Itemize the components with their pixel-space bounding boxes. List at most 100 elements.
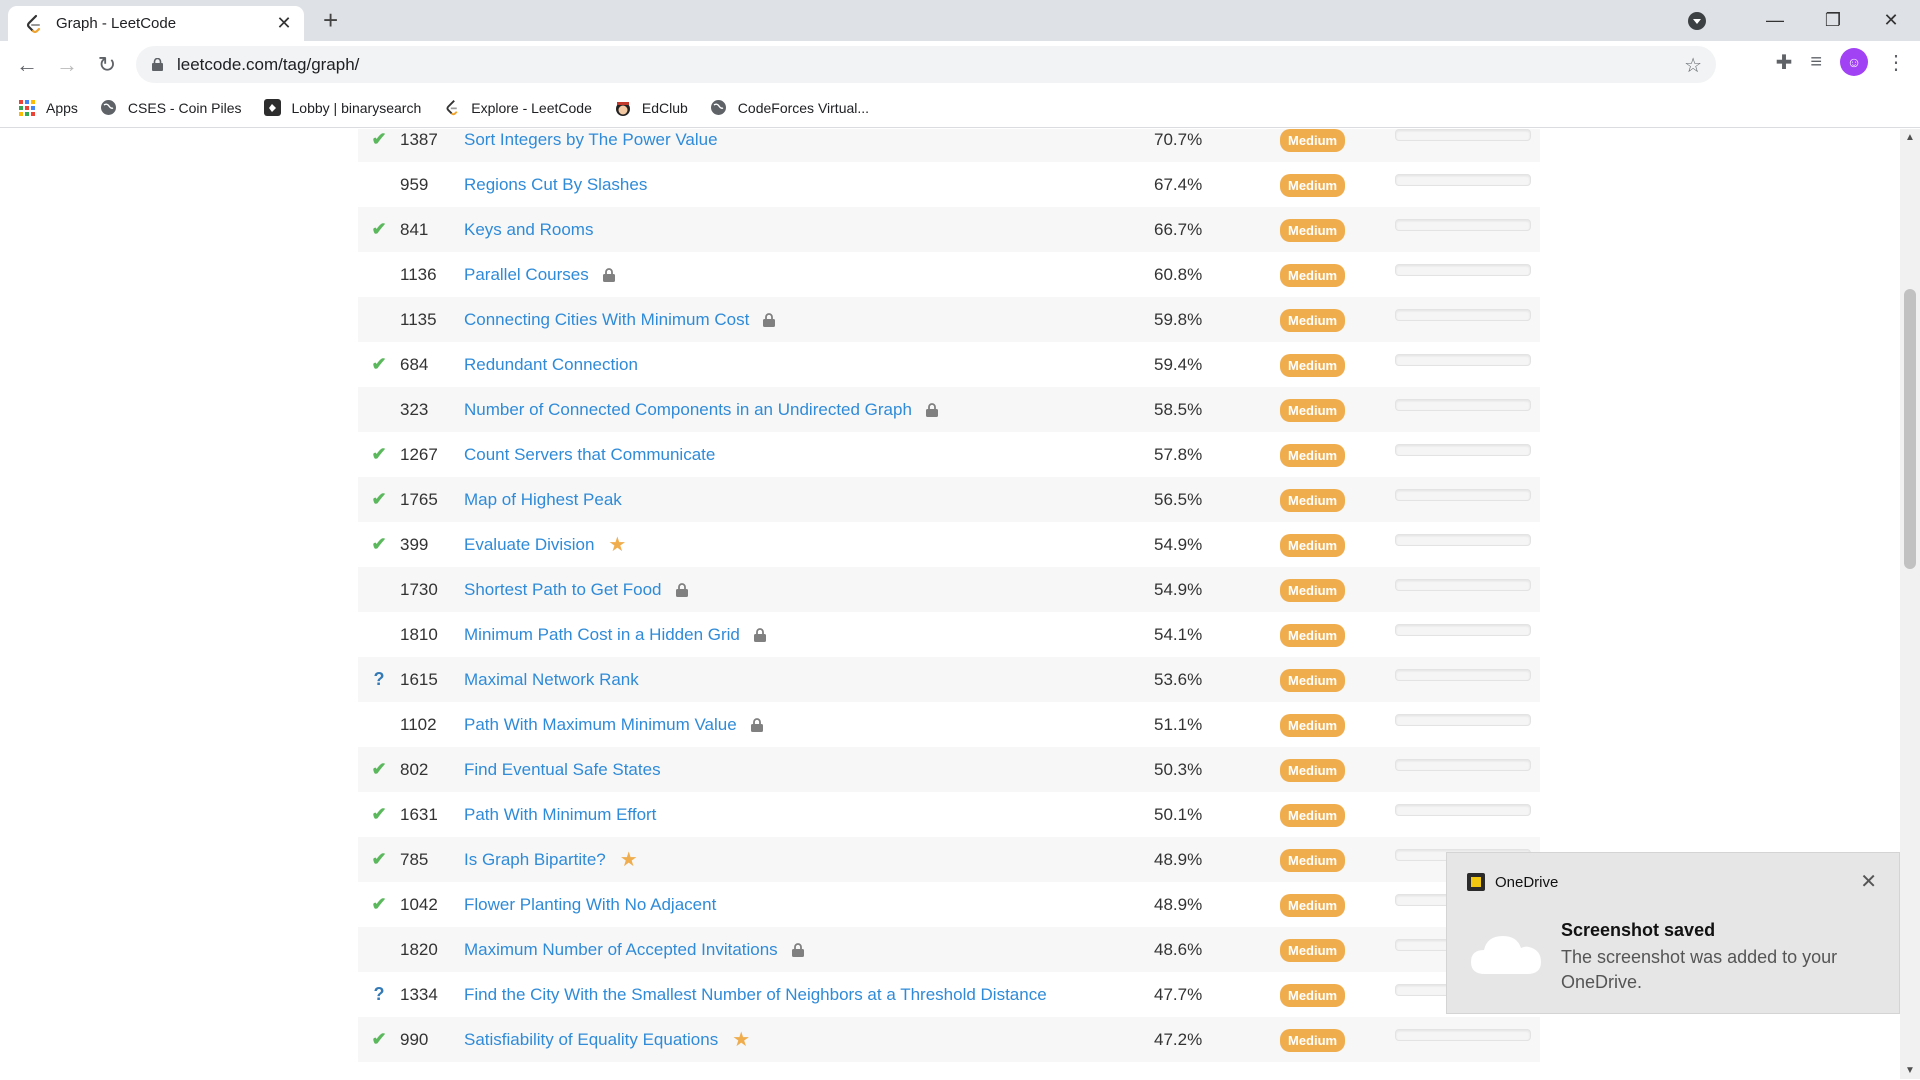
frequency-cell [1395, 218, 1540, 231]
table-row[interactable]: ✔ 990 Satisfiability of Equality Equations… [358, 1017, 1540, 1062]
table-row[interactable]: ✔ 1765 Map of Highest Peak 56.5% Medium [358, 477, 1540, 522]
solved-check-icon: ✔ [371, 804, 387, 824]
problem-id: 1730 [400, 579, 438, 599]
difficulty-cell: Medium [1280, 848, 1395, 872]
problem-title-link[interactable]: Keys and Rooms [464, 220, 593, 240]
bookmark-binarysearch[interactable]: Lobby | binarysearch [264, 99, 421, 117]
problem-title-link[interactable]: Map of Highest Peak [464, 490, 622, 510]
problem-title-link[interactable]: Parallel Courses [464, 265, 589, 285]
problem-title-link[interactable]: Is Graph Bipartite? [464, 850, 606, 870]
table-row[interactable]: ✔ 1631 Path With Minimum Effort 50.1% Medium [358, 792, 1540, 837]
table-row[interactable]: ✔ 802 Find Eventual Safe States 50.3% Medium [358, 747, 1540, 792]
frequency-cell [1395, 623, 1540, 636]
acceptance-rate: 50.1% [1154, 804, 1203, 824]
problem-title-link[interactable]: Count Servers that Communicate [464, 445, 715, 465]
problem-id: 684 [400, 354, 429, 374]
table-row[interactable]: 959 Regions Cut By Slashes 67.4% Medium [358, 162, 1540, 207]
table-row[interactable]: ✔ 841 Keys and Rooms 66.7% Medium [358, 207, 1540, 252]
table-row[interactable]: 1136 Parallel Courses 60.8% Medium [358, 252, 1540, 297]
frequency-cell [1395, 353, 1540, 366]
frequency-cell [1395, 308, 1540, 321]
frequency-cell [1395, 1028, 1540, 1041]
close-window-icon[interactable]: ✕ [1862, 10, 1920, 31]
table-row[interactable]: 1820 Maximum Number of Accepted Invitatio… [358, 927, 1540, 972]
acceptance-rate: 57.8% [1154, 444, 1203, 464]
bookmark-apps[interactable]: Apps [18, 99, 78, 117]
scrollbar-thumb[interactable] [1904, 289, 1916, 569]
problem-title-link[interactable]: Minimum Path Cost in a Hidden Grid [464, 625, 740, 645]
difficulty-badge: Medium [1280, 578, 1346, 602]
table-row[interactable]: ✔ 399 Evaluate Division ★ 54.9% Medium [358, 522, 1540, 567]
table-row[interactable]: ✔ 1042 Flower Planting With No Adjacent 48.… [358, 882, 1540, 927]
restore-icon[interactable]: ❐ [1804, 10, 1862, 31]
problem-title-link[interactable]: Redundant Connection [464, 355, 638, 375]
problem-title-link[interactable]: Shortest Path to Get Food [464, 580, 662, 600]
table-row[interactable]: 1135 Connecting Cities With Minimum Cost 5… [358, 297, 1540, 342]
problem-id: 323 [400, 399, 429, 419]
table-row[interactable]: 1102 Path With Maximum Minimum Value 51.1%… [358, 702, 1540, 747]
bookmark-explore-leetcode[interactable]: Explore - LeetCode [443, 99, 592, 117]
problem-title-link[interactable]: Path With Maximum Minimum Value [464, 715, 737, 735]
acceptance-rate: 67.4% [1154, 174, 1203, 194]
tab-search-icon[interactable] [1688, 11, 1706, 30]
frequency-cell [1395, 668, 1540, 681]
table-row[interactable]: ✔ 1387 Sort Integers by The Power Value 70.… [358, 129, 1540, 162]
close-tab-icon[interactable]: ✕ [274, 13, 294, 34]
onedrive-notification[interactable]: OneDrive ✕ Screenshot saved The screensh… [1446, 852, 1900, 1014]
problem-title-link[interactable]: Connecting Cities With Minimum Cost [464, 310, 749, 330]
extensions-icon[interactable]: ✚ [1776, 50, 1793, 75]
problem-title-cell: Parallel Courses [464, 265, 1154, 285]
table-row[interactable]: ? 1615 Maximal Network Rank 53.6% Medium [358, 657, 1540, 702]
table-row[interactable]: 323 Number of Connected Components in an … [358, 387, 1540, 432]
close-notification-icon[interactable]: ✕ [1860, 869, 1877, 894]
problem-title-link[interactable]: Path With Minimum Effort [464, 805, 656, 825]
menu-kebab-icon[interactable]: ⋮ [1886, 50, 1906, 75]
frequency-cell [1395, 443, 1540, 456]
new-tab-button[interactable]: + [323, 6, 338, 34]
bookmark-label: EdClub [641, 99, 688, 116]
back-icon[interactable]: ← [14, 52, 40, 78]
scroll-up-icon[interactable]: ▲ [1905, 132, 1915, 143]
url-text: leetcode.com/tag/graph/ [177, 54, 360, 74]
table-row[interactable]: 1730 Shortest Path to Get Food 54.9% Medium [358, 567, 1540, 612]
table-row[interactable]: ✔ 785 Is Graph Bipartite? ★ 48.9% Medium [358, 837, 1540, 882]
minimize-icon[interactable]: — [1746, 10, 1804, 31]
acceptance-rate: 59.4% [1154, 354, 1203, 374]
binarysearch-icon [264, 99, 282, 117]
table-row[interactable]: 1810 Minimum Path Cost in a Hidden Grid 54… [358, 612, 1540, 657]
frequency-cell [1395, 263, 1540, 276]
scroll-down-icon[interactable]: ▼ [1905, 1065, 1915, 1076]
bookmark-star-icon[interactable]: ☆ [1684, 53, 1702, 78]
table-row[interactable]: ✔ 1267 Count Servers that Communicate 57.8%… [358, 432, 1540, 477]
frequency-bar [1395, 533, 1531, 546]
problem-title-link[interactable]: Maximal Network Rank [464, 670, 639, 690]
profile-avatar[interactable]: ☺ [1840, 48, 1868, 76]
problem-title-cell: Redundant Connection [464, 355, 1154, 375]
problem-title-link[interactable]: Regions Cut By Slashes [464, 175, 647, 195]
bookmark-cses[interactable]: CSES - Coin Piles [100, 99, 242, 117]
problem-title-link[interactable]: Evaluate Division [464, 535, 594, 555]
problem-title-link[interactable]: Find Eventual Safe States [464, 760, 661, 780]
frequency-cell [1395, 713, 1540, 726]
problem-title-link[interactable]: Satisfiability of Equality Equations [464, 1030, 718, 1050]
problem-id: 1631 [400, 804, 438, 824]
forward-icon[interactable]: → [54, 52, 80, 78]
browser-tab[interactable]: Graph - LeetCode ✕ [8, 6, 304, 41]
media-control-icon[interactable]: ≡ [1810, 51, 1822, 74]
frequency-cell [1395, 803, 1540, 816]
address-bar[interactable]: leetcode.com/tag/graph/ ☆ [136, 46, 1716, 83]
problem-title-link[interactable]: Maximum Number of Accepted Invitations [464, 940, 778, 960]
bookmark-codeforces[interactable]: CodeForces Virtual... [710, 99, 869, 117]
difficulty-cell: Medium [1280, 938, 1395, 962]
problem-title-link[interactable]: Sort Integers by The Power Value [464, 130, 718, 150]
problem-title-link[interactable]: Flower Planting With No Adjacent [464, 895, 716, 915]
problem-title-link[interactable]: Number of Connected Components in an Und… [464, 400, 912, 420]
problem-id: 990 [400, 1029, 429, 1049]
bookmark-edclub[interactable]: EdClub [614, 99, 688, 117]
table-row[interactable]: ✔ 684 Redundant Connection 59.4% Medium [358, 342, 1540, 387]
table-row[interactable]: ? 1334 Find the City With the Smallest Num… [358, 972, 1540, 1017]
problem-title-cell: Find the City With the Smallest Number o… [464, 985, 1154, 1005]
reload-icon[interactable]: ↻ [94, 52, 120, 78]
problem-title-link[interactable]: Find the City With the Smallest Number o… [464, 985, 1047, 1005]
page-scrollbar[interactable]: ▲ ▼ [1900, 129, 1920, 1079]
